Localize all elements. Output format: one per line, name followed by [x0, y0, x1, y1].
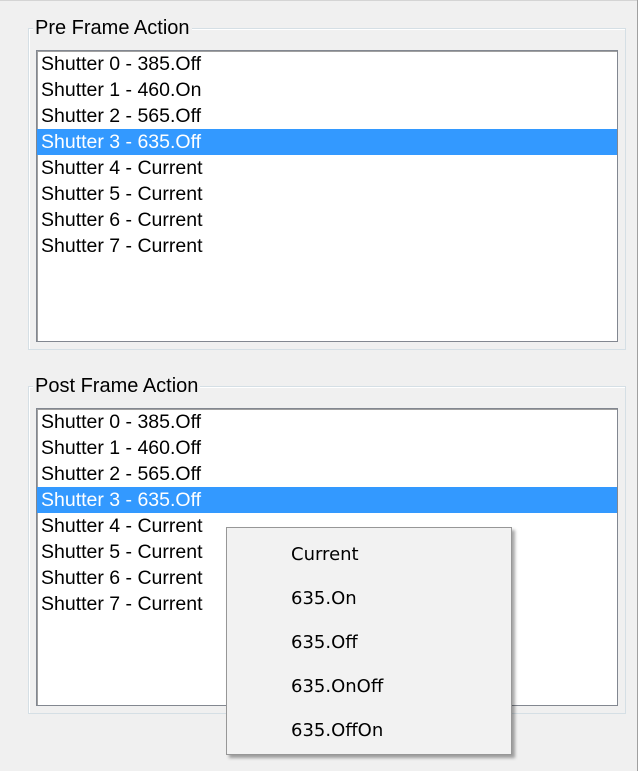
- shutter-context-menu: Current 635.On 635.Off 635.OnOff 635.Off…: [226, 527, 512, 755]
- post-frame-action-title: Post Frame Action: [33, 373, 201, 399]
- menu-item-offon[interactable]: 635.OffOn: [227, 709, 511, 753]
- dialog-top-edge: [0, 0, 640, 1]
- list-item[interactable]: Shutter 0 - 385.Off: [37, 51, 617, 77]
- list-item[interactable]: Shutter 5 - Current: [37, 181, 617, 207]
- menu-item-on[interactable]: 635.On: [227, 577, 511, 621]
- list-item[interactable]: Shutter 7 - Current: [37, 233, 617, 259]
- list-item[interactable]: Shutter 2 - 565.Off: [37, 461, 617, 487]
- pre-frame-action-title: Pre Frame Action: [33, 15, 192, 41]
- list-item[interactable]: Shutter 1 - 460.Off: [37, 435, 617, 461]
- list-item[interactable]: Shutter 0 - 385.Off: [37, 409, 617, 435]
- pre-frame-action-list[interactable]: Shutter 0 - 385.Off Shutter 1 - 460.On S…: [36, 50, 618, 342]
- list-item[interactable]: Shutter 4 - Current: [37, 155, 617, 181]
- list-item[interactable]: Shutter 1 - 460.On: [37, 77, 617, 103]
- list-item-selected[interactable]: Shutter 3 - 635.Off: [37, 129, 617, 155]
- menu-item-current[interactable]: Current: [227, 533, 511, 577]
- menu-item-onoff[interactable]: 635.OnOff: [227, 665, 511, 709]
- menu-item-off[interactable]: 635.Off: [227, 621, 511, 665]
- dialog-panel: Pre Frame Action Shutter 0 - 385.Off Shu…: [0, 0, 640, 771]
- pre-frame-action-group: Pre Frame Action Shutter 0 - 385.Off Shu…: [28, 15, 626, 350]
- list-item[interactable]: Shutter 2 - 565.Off: [37, 103, 617, 129]
- list-item[interactable]: Shutter 6 - Current: [37, 207, 617, 233]
- list-item-selected[interactable]: Shutter 3 - 635.Off: [37, 487, 617, 513]
